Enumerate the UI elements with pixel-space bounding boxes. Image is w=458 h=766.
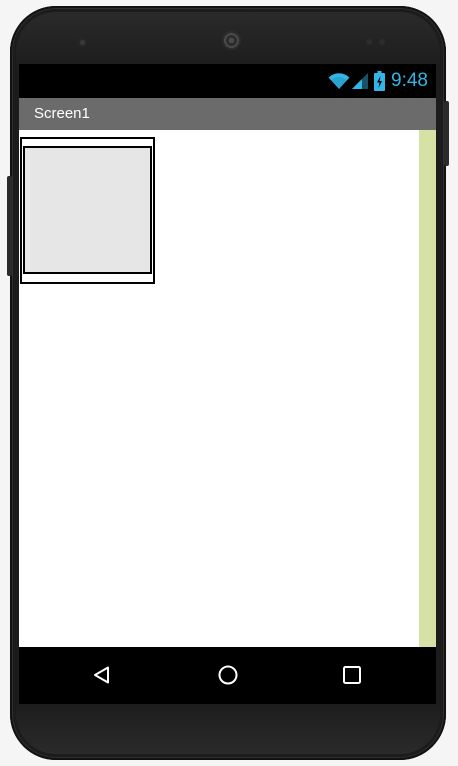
signal-icon: [351, 72, 369, 90]
screen-title: Screen1: [34, 105, 90, 122]
app-title-bar: Screen1: [19, 98, 436, 130]
front-camera-icon: [78, 38, 87, 47]
status-icons: 9:48: [328, 70, 428, 92]
home-icon: [218, 665, 238, 685]
earpiece-speaker-icon: [222, 31, 241, 50]
light-sensor: [379, 39, 385, 45]
arrangement-placeholder[interactable]: [23, 146, 152, 274]
selected-arrangement[interactable]: [20, 137, 155, 284]
status-clock: 9:48: [391, 70, 428, 91]
wifi-icon: [328, 72, 350, 90]
back-button[interactable]: [90, 663, 114, 687]
navigation-bar: [19, 647, 436, 704]
scroll-strip: [419, 130, 436, 647]
phone-bottom-bezel: [16, 704, 440, 754]
status-bar: 9:48: [19, 64, 436, 98]
volume-button: [7, 176, 12, 276]
home-button[interactable]: [216, 663, 240, 687]
device-screen: 9:48 Screen1: [19, 64, 436, 704]
battery-charging-icon: [374, 71, 386, 91]
back-icon: [94, 666, 109, 684]
recents-button[interactable]: [340, 663, 364, 687]
recents-icon: [343, 666, 361, 684]
screen-canvas[interactable]: [19, 130, 436, 647]
power-button: [444, 101, 449, 166]
proximity-sensor: [366, 39, 372, 45]
